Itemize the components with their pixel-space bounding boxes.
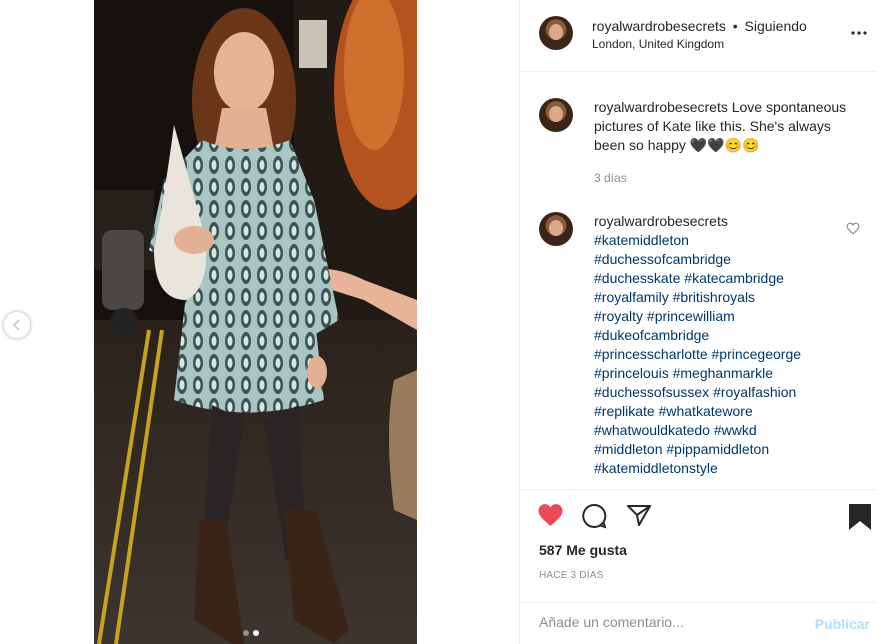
comments-list[interactable]: royalwardrobesecrets Love spontaneous pi… xyxy=(520,73,877,489)
post-photo[interactable] xyxy=(94,0,417,644)
username-link[interactable]: royalwardrobesecrets xyxy=(592,18,726,34)
hashtag-line[interactable]: #duchessofcambridge xyxy=(594,250,856,269)
post-actions: 587 Me gusta HACE 3 DÍAS Publicar xyxy=(520,489,877,644)
hashtag-line[interactable]: #dukeofcambridge xyxy=(594,326,856,345)
comment-input[interactable] xyxy=(539,614,789,630)
hashtag-line[interactable]: #katemiddletonstyle xyxy=(594,459,856,478)
more-options-button[interactable] xyxy=(848,22,870,44)
comment-button[interactable] xyxy=(581,503,607,534)
heart-outline-icon xyxy=(846,222,860,235)
hashtag-line[interactable]: #katemiddleton xyxy=(594,231,856,250)
post-header: royalwardrobesecrets • Siguiendo London,… xyxy=(520,0,877,72)
share-button[interactable] xyxy=(626,503,652,532)
carousel-dot xyxy=(243,630,249,636)
hashtag-line[interactable]: #duchesskate #katecambridge xyxy=(594,269,856,288)
save-button[interactable] xyxy=(848,503,872,536)
comment-username[interactable]: royalwardrobesecrets xyxy=(594,213,728,229)
comment-username[interactable]: royalwardrobesecrets xyxy=(594,99,728,115)
post-time-ago[interactable]: HACE 3 DÍAS xyxy=(539,570,603,581)
separator-dot: • xyxy=(732,18,738,34)
carousel-prev-button[interactable] xyxy=(3,311,31,339)
add-comment-bar: Publicar xyxy=(520,602,877,644)
share-icon xyxy=(627,505,651,526)
more-options-icon xyxy=(851,31,867,35)
media-area xyxy=(0,0,519,644)
hashtag-line[interactable]: #duchessofsussex #royalfashion xyxy=(594,383,856,402)
publish-button[interactable]: Publicar xyxy=(815,616,870,632)
avatar[interactable] xyxy=(539,16,573,50)
following-button[interactable]: Siguiendo xyxy=(745,18,807,34)
chevron-left-icon xyxy=(12,319,20,331)
likes-count[interactable]: 587 Me gusta xyxy=(539,542,627,558)
like-button[interactable] xyxy=(537,503,564,532)
hashtag-line[interactable]: #whatwouldkatedo #wwkd xyxy=(594,421,856,440)
post-side-panel: royalwardrobesecrets • Siguiendo London,… xyxy=(519,0,877,644)
avatar[interactable] xyxy=(539,212,573,246)
comment-icon xyxy=(582,503,607,529)
hashtag-line[interactable]: #replikate #whatkatewore xyxy=(594,402,856,421)
comment-body: royalwardrobesecrets Love spontaneous pi… xyxy=(594,98,856,188)
hashtag-line[interactable]: #princelouis #meghanmarkle xyxy=(594,364,856,383)
comment-body: royalwardrobesecrets #katemiddleton #duc… xyxy=(594,212,856,478)
hashtag-line[interactable]: #middleton #pippamiddleton xyxy=(594,440,856,459)
comment-like-button[interactable] xyxy=(846,222,860,240)
photo-illustration xyxy=(94,0,417,644)
hashtag-line[interactable]: #royalfamily #britishroyals xyxy=(594,288,856,307)
avatar[interactable] xyxy=(539,98,573,132)
header-user-line: royalwardrobesecrets • Siguiendo xyxy=(592,18,807,34)
instagram-post-view: royalwardrobesecrets • Siguiendo London,… xyxy=(0,0,877,644)
carousel-dot-active xyxy=(253,630,259,636)
carousel-indicator xyxy=(243,630,259,636)
location-link[interactable]: London, United Kingdom xyxy=(592,37,724,51)
bookmark-icon xyxy=(849,504,871,530)
hashtag-line[interactable]: #princesscharlotte #princegeorge xyxy=(594,345,856,364)
comment-time[interactable]: 3 días xyxy=(594,169,856,188)
heart-filled-icon xyxy=(538,504,563,526)
hashtag-line[interactable]: #royalty #princewilliam xyxy=(594,307,856,326)
